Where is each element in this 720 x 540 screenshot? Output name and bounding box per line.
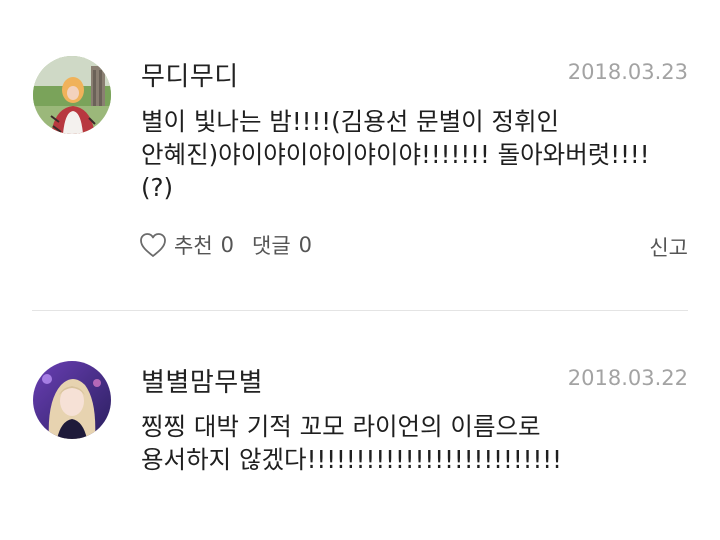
avatar-photo xyxy=(33,361,111,439)
comment-date: 2018.03.22 xyxy=(567,366,688,390)
avatar-photo xyxy=(33,56,111,134)
like-button[interactable]: 추천 0 xyxy=(138,230,234,260)
comment-author[interactable]: 무디무디 xyxy=(141,56,239,93)
comment-actions: 추천 0 댓글 0 xyxy=(138,230,312,260)
comment-text-line: 별이 빛나는 밤!!!!(김용선 문별이 정휘인 xyxy=(141,107,560,136)
like-label: 추천 xyxy=(174,234,213,258)
like-count: 0 xyxy=(220,233,235,257)
avatar[interactable] xyxy=(33,361,111,439)
avatar[interactable] xyxy=(33,56,111,134)
comment-text-line: (?) xyxy=(141,173,174,202)
comment-date: 2018.03.23 xyxy=(567,60,688,84)
comment-author[interactable]: 별별맘무별 xyxy=(141,362,263,399)
comment-divider xyxy=(32,310,688,311)
reply-label: 댓글 xyxy=(252,234,291,258)
reply-button[interactable]: 댓글 0 xyxy=(252,230,312,260)
reply-count: 0 xyxy=(298,233,313,257)
comment-text-line: 안혜진)야이야이야이야이야!!!!!!! 돌아와버렷!!!! xyxy=(141,140,650,169)
report-button[interactable]: 신고 xyxy=(649,232,688,262)
comment-text: 찡찡 대박 기적 꼬모 라이언의 이름으로 용서하지 않겠다!!!!!!!!!!… xyxy=(141,410,696,476)
heart-outline-icon xyxy=(140,233,166,257)
comment-text: 별이 빛나는 밤!!!!(김용선 문별이 정휘인 안혜진)야이야이야이야이야!!… xyxy=(141,105,696,204)
comment-text-line: 용서하지 않겠다!!!!!!!!!!!!!!!!!!!!!!!!!! xyxy=(141,445,562,474)
comment-text-line: 찡찡 대박 기적 꼬모 라이언의 이름으로 xyxy=(141,412,541,441)
